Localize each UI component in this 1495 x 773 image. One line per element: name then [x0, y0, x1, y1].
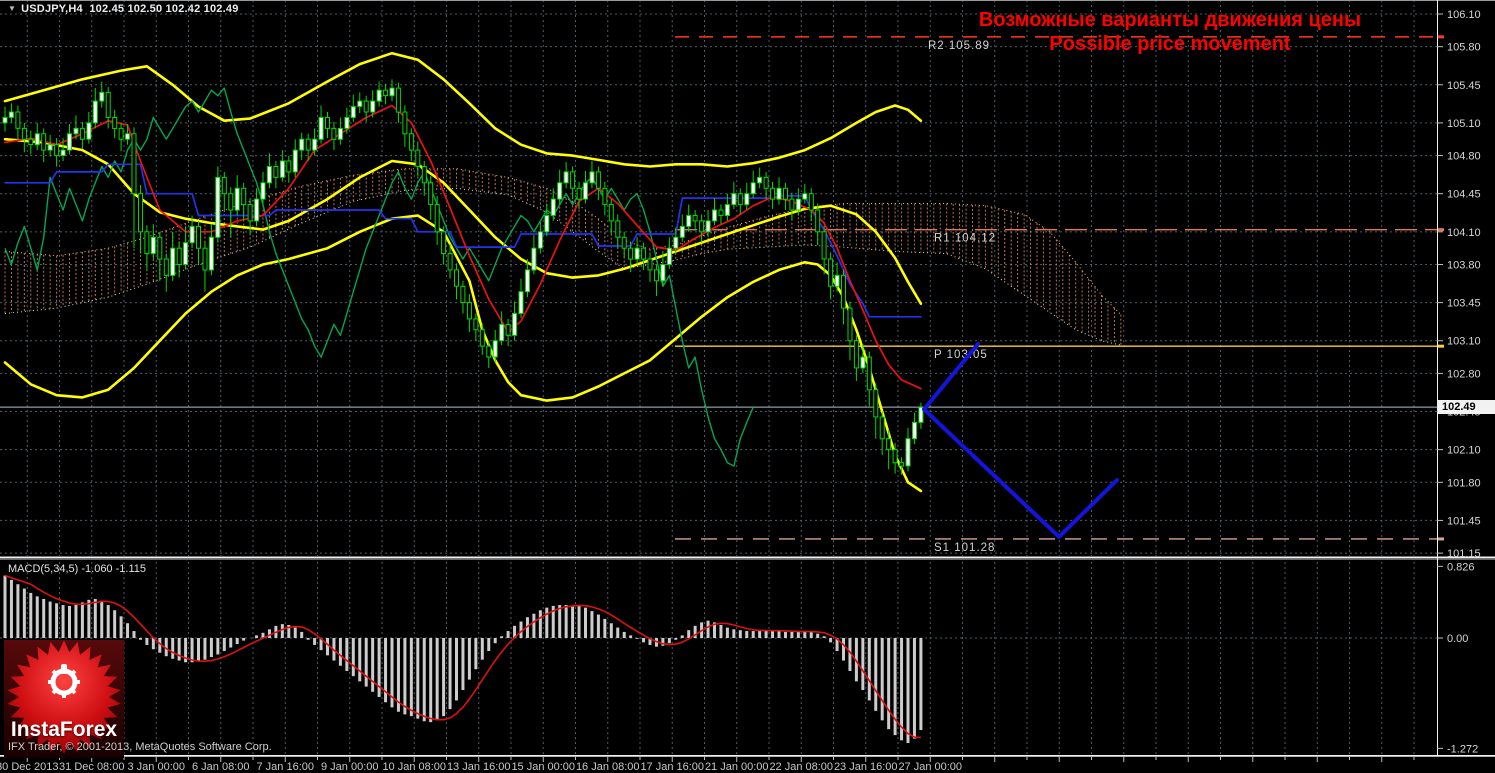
svg-text:102.10: 102.10: [1447, 445, 1481, 457]
analysis-annotation: Возможные варианты движения цены Possibl…: [860, 8, 1480, 56]
copyright-text: IFX Trader, © 2001-2013, MetaQuotes Soft…: [8, 741, 272, 753]
svg-text:101.80: 101.80: [1447, 477, 1481, 489]
current-price-tag: 102.49: [1438, 400, 1495, 414]
svg-text:105.10: 105.10: [1447, 118, 1481, 130]
chart-header: ▼ USDJPY,H4 102.45 102.50 102.42 102.49: [8, 3, 239, 15]
svg-text:104.80: 104.80: [1447, 151, 1481, 163]
svg-text:R1 104.12: R1 104.12: [934, 233, 996, 245]
svg-text:105.45: 105.45: [1447, 80, 1481, 92]
macd-indicator-label: MACD(5,34,5) -1.060 -1.115: [8, 563, 146, 575]
svg-text:17 Jan 16:00: 17 Jan 16:00: [640, 761, 704, 773]
svg-text:P 103.05: P 103.05: [934, 349, 988, 361]
annotation-line-en: Possible price movement: [1049, 33, 1291, 55]
svg-text:S1 101.28: S1 101.28: [934, 542, 995, 554]
svg-text:23 Jan 16:00: 23 Jan 16:00: [834, 761, 898, 773]
svg-text:102.80: 102.80: [1447, 368, 1481, 380]
svg-text:7 Jan 16:00: 7 Jan 16:00: [257, 761, 315, 773]
annotation-line-ru: Возможные варианты движения цены: [978, 9, 1362, 31]
svg-text:101.15: 101.15: [1447, 548, 1481, 560]
svg-text:3 Jan 00:00: 3 Jan 00:00: [128, 761, 186, 773]
symbol-dropdown-icon[interactable]: ▼: [8, 4, 16, 13]
svg-text:16 Jan 08:00: 16 Jan 08:00: [576, 761, 640, 773]
symbol-title: USDJPY,H4: [21, 3, 83, 15]
svg-text:104.45: 104.45: [1447, 189, 1481, 201]
svg-text:13 Jan 16:00: 13 Jan 16:00: [447, 761, 511, 773]
svg-text:103.10: 103.10: [1447, 336, 1481, 348]
terminal-chart-window: R2 105.89 R1 104.12 P 103.05 S1 101.28 106.1…: [0, 0, 1495, 773]
svg-text:104.10: 104.10: [1447, 227, 1481, 239]
svg-text:9 Jan 00:00: 9 Jan 00:00: [321, 761, 379, 773]
svg-text:27 Jan 00:00: 27 Jan 00:00: [898, 761, 962, 773]
chart-canvas[interactable]: R2 105.89 R1 104.12 P 103.05 S1 101.28 106.1…: [0, 0, 1495, 773]
svg-text:103.45: 103.45: [1447, 298, 1481, 310]
svg-text:103.80: 103.80: [1447, 259, 1481, 271]
svg-text:6 Jan 08:00: 6 Jan 08:00: [192, 761, 250, 773]
svg-text:-1.272: -1.272: [1447, 743, 1478, 755]
ohlc-values: 102.45 102.50 102.42 102.49: [89, 3, 239, 15]
logo-wordmark: InstaForex: [11, 718, 118, 741]
svg-text:0.00: 0.00: [1447, 633, 1468, 645]
svg-text:15 Jan 00:00: 15 Jan 00:00: [511, 761, 575, 773]
svg-text:0.826: 0.826: [1447, 561, 1475, 573]
svg-text:21 Jan 00:00: 21 Jan 00:00: [705, 761, 769, 773]
svg-text:10 Jan 08:00: 10 Jan 08:00: [382, 761, 446, 773]
svg-text:101.45: 101.45: [1447, 515, 1481, 527]
macd-name: MACD(5,34,5): [8, 563, 79, 575]
macd-values: -1.060 -1.115: [81, 563, 146, 575]
svg-text:22 Jan 08:00: 22 Jan 08:00: [769, 761, 833, 773]
price-chart-svg[interactable]: R2 105.89R1 104.12P 103.05S1 101.28106.1…: [0, 0, 1495, 773]
